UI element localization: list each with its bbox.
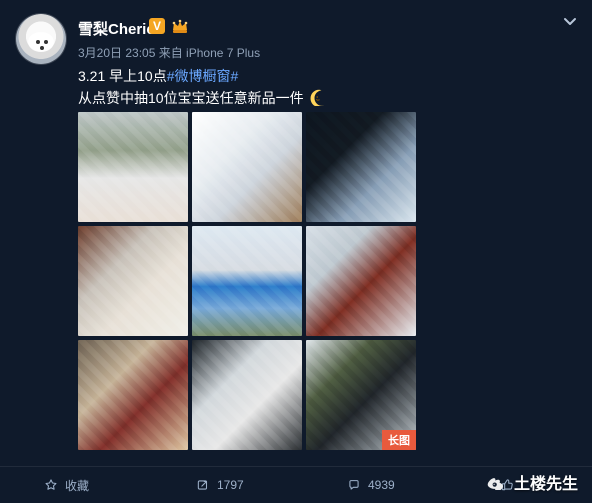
repost-icon — [197, 480, 208, 490]
star-icon — [45, 479, 57, 490]
topic-link[interactable]: #微博橱窗# — [167, 68, 239, 84]
weibo-logo-icon — [487, 478, 503, 490]
post-actions-bar: 收藏 1797 4939 土楼先生 — [0, 466, 592, 503]
verified-badge: V — [149, 18, 165, 34]
crown-icon — [172, 19, 188, 33]
image-tile-1[interactable] — [78, 112, 188, 222]
image-tile-8[interactable] — [192, 340, 302, 450]
watermark: 土楼先生 — [486, 470, 578, 494]
post-text-line-2-text: 从点赞中抽10位宝宝送任意新品一件 — [78, 90, 304, 106]
comment-count: 4939 — [368, 478, 395, 492]
comment-button[interactable]: 4939 — [347, 475, 395, 495]
post-meta: 3月20日 23:05 来自 iPhone 7 Plus — [78, 46, 261, 60]
favorite-button[interactable]: 收藏 — [44, 475, 89, 495]
weibo-post-card: 雪梨Cherie V 3月20日 23:05 来自 iPhone 7 Plus … — [0, 0, 592, 503]
image-tile-9[interactable]: 长图 — [306, 340, 416, 450]
post-text-line-2: 从点赞中抽10位宝宝送任意新品一件 — [78, 88, 327, 108]
image-grid: 长图 — [78, 112, 416, 450]
post-text-line-1: 3.21 早上10点#微博橱窗# — [78, 66, 238, 86]
post-text-prefix: 3.21 早上10点 — [78, 68, 167, 84]
long-image-badge: 长图 — [382, 430, 416, 450]
repost-count: 1797 — [217, 478, 244, 492]
avatar[interactable] — [16, 14, 66, 64]
comment-icon — [349, 480, 359, 490]
image-tile-7[interactable] — [78, 340, 188, 450]
favorite-label: 收藏 — [65, 478, 90, 493]
image-tile-2[interactable] — [192, 112, 302, 222]
chevron-down-icon[interactable] — [560, 12, 580, 32]
image-tile-6[interactable] — [306, 226, 416, 336]
image-tile-5[interactable] — [192, 226, 302, 336]
image-tile-3[interactable] — [306, 112, 416, 222]
watermark-text: 土楼先生 — [513, 476, 578, 493]
image-tile-4[interactable] — [78, 226, 188, 336]
author-name[interactable]: 雪梨Cherie — [78, 18, 155, 39]
moon-emoji-icon — [310, 89, 325, 106]
repost-button[interactable]: 1797 — [196, 475, 244, 495]
